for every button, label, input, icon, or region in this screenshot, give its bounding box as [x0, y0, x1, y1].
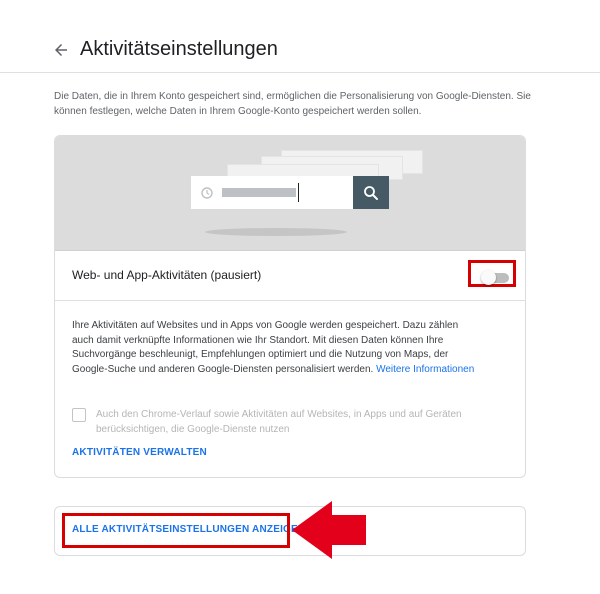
web-app-activity-card: Web- und App-Aktivitäten (pausiert) Ihre…	[54, 135, 526, 478]
all-settings-highlight-box	[62, 513, 290, 548]
page-title: Aktivitätseinstellungen	[80, 38, 278, 60]
clock-icon	[201, 187, 213, 199]
manage-activity-link[interactable]: AKTIVITÄTEN VERWALTEN	[72, 447, 207, 458]
activity-toggle-row: Web- und App-Aktivitäten (pausiert)	[55, 250, 525, 301]
activity-toggle-label: Web- und App-Aktivitäten (pausiert)	[72, 268, 262, 282]
arrow-back-icon[interactable]	[52, 41, 70, 59]
toggle-thumb	[481, 270, 496, 285]
chrome-history-option: Auch den Chrome-Verlauf sowie Aktivitäte…	[72, 408, 492, 438]
more-info-link[interactable]: Weitere Informationen	[376, 364, 474, 375]
activity-description: Ihre Aktivitäten auf Websites und in App…	[72, 319, 477, 377]
illustration-text-cursor	[298, 183, 299, 202]
search-illustration	[55, 136, 525, 251]
chrome-history-checkbox-label: Auch den Chrome-Verlauf sowie Aktivitäte…	[96, 409, 462, 435]
illustration-shadow	[205, 228, 347, 236]
page-header: Aktivitätseinstellungen	[0, 0, 600, 73]
intro-text: Die Daten, die in Ihrem Konto gespeicher…	[54, 91, 531, 117]
search-icon	[364, 185, 378, 200]
red-arrow-icon	[292, 501, 366, 559]
illustration-query-bar	[222, 188, 296, 197]
web-app-activity-toggle[interactable]	[481, 270, 509, 285]
chrome-history-checkbox[interactable]	[72, 408, 86, 422]
illustration-search-button	[353, 176, 389, 209]
